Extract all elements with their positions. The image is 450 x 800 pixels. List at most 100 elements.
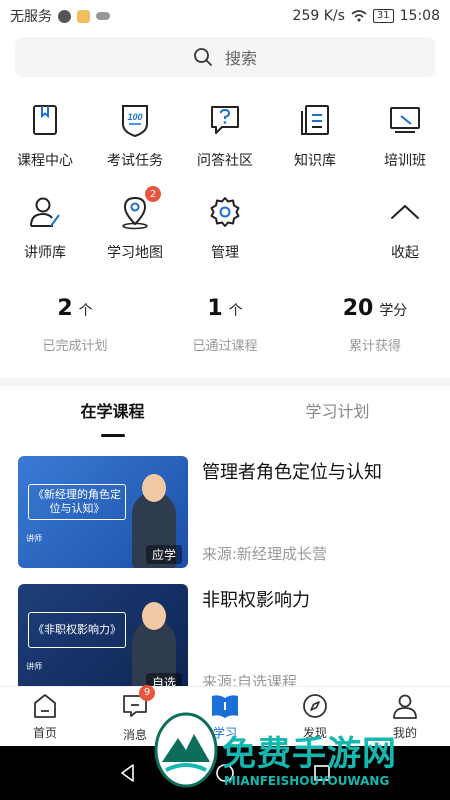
stat-completed-plans[interactable]: 2个 已完成计划 bbox=[0, 296, 150, 354]
course-thumbnail: 《新经理的角色定位与认知》 讲师 应学 bbox=[18, 456, 188, 568]
teacher-icon bbox=[25, 192, 65, 232]
grid-label: 讲师库 bbox=[24, 245, 66, 261]
lecturer-face bbox=[142, 602, 166, 630]
user-icon bbox=[393, 694, 417, 719]
study-book-icon bbox=[212, 695, 238, 718]
gear-icon bbox=[205, 192, 245, 232]
book-icon bbox=[25, 100, 65, 140]
system-nav-bar bbox=[0, 746, 450, 800]
nav-label: 发现 bbox=[302, 726, 327, 740]
course-info: 非职权影响力 来源:自选课程 bbox=[202, 584, 432, 696]
nav-label: 首页 bbox=[32, 726, 57, 740]
stat-label: 累计获得 bbox=[348, 339, 401, 354]
svg-text:100: 100 bbox=[127, 112, 142, 122]
grid-item-course-center[interactable]: 课程中心 bbox=[0, 100, 90, 192]
search-label: 搜索 bbox=[224, 49, 257, 68]
stat-number: 2 bbox=[57, 296, 73, 321]
stat-number: 20 bbox=[342, 296, 374, 321]
search-icon bbox=[194, 48, 212, 66]
clock: 15:08 bbox=[399, 8, 440, 24]
back-icon[interactable] bbox=[117, 762, 139, 784]
course-item[interactable]: 《非职权影响力》 讲师 自选 非职权影响力 来源:自选课程 bbox=[18, 584, 432, 696]
network-speed: 259 K/s bbox=[292, 8, 345, 24]
stats-panel: 2个 已完成计划 1个 已通过课程 20 学分 累计获得 bbox=[0, 296, 450, 354]
grid-item-exam-tasks[interactable]: 100 考试任务 bbox=[90, 100, 180, 192]
grid-item-qa-community[interactable]: 问答社区 bbox=[180, 100, 270, 192]
thumbnail-lecturer: 讲师 bbox=[26, 534, 42, 543]
stat-passed-courses[interactable]: 1个 已通过课程 bbox=[150, 296, 300, 354]
section-divider bbox=[0, 378, 450, 386]
stat-number: 1 bbox=[207, 296, 223, 321]
grid-item-lecturer-library[interactable]: 讲师库 bbox=[0, 192, 90, 284]
grid-label: 收起 bbox=[391, 245, 419, 261]
map-badge: 2 bbox=[145, 186, 161, 202]
course-source: 来源:新经理成长营 bbox=[202, 545, 328, 563]
wifi-icon bbox=[351, 10, 367, 22]
course-title: 非职权影响力 bbox=[202, 590, 310, 611]
lecturer-face bbox=[142, 474, 166, 502]
training-icon bbox=[385, 100, 425, 140]
tab-label: 学习计划 bbox=[305, 402, 370, 421]
tab-label: 在学课程 bbox=[80, 402, 145, 421]
nav-discover[interactable]: 发现 bbox=[270, 687, 360, 746]
vpn-icon bbox=[58, 9, 71, 23]
course-tabs: 在学课程 学习计划 bbox=[0, 398, 450, 437]
stat-label: 已完成计划 bbox=[42, 339, 108, 354]
course-info: 管理者角色定位与认知 来源:新经理成长营 bbox=[202, 456, 432, 568]
grid-label: 考试任务 bbox=[107, 153, 163, 169]
recents-icon[interactable] bbox=[311, 762, 333, 784]
stat-credits[interactable]: 20 学分 累计获得 bbox=[300, 296, 450, 354]
grid-item-collapse[interactable]: 收起 bbox=[360, 192, 450, 284]
exam-100-icon: 100 bbox=[115, 100, 155, 140]
nav-messages[interactable]: 9 消息 bbox=[90, 684, 180, 746]
carrier-text: 无服务 bbox=[10, 9, 52, 25]
tab-in-progress-courses[interactable]: 在学课程 bbox=[0, 398, 225, 437]
knowledge-icon bbox=[295, 100, 335, 140]
feature-grid: 课程中心 100 考试任务 问答社区 知识库 培训班 讲师库 2 学习地图 管理… bbox=[0, 100, 450, 284]
chevron-up-icon bbox=[385, 192, 425, 232]
search-bar[interactable]: 搜索 bbox=[15, 37, 435, 77]
grid-item-training-class[interactable]: 培训班 bbox=[360, 100, 450, 192]
nav-study[interactable]: 学习 bbox=[180, 687, 270, 746]
stat-unit: 个 bbox=[228, 303, 243, 319]
nav-label: 学习 bbox=[212, 726, 237, 740]
tab-learning-plan[interactable]: 学习计划 bbox=[225, 398, 450, 437]
grid-item-management[interactable]: 管理 bbox=[180, 192, 270, 284]
home-button-icon[interactable] bbox=[214, 762, 236, 784]
nav-label: 我的 bbox=[392, 726, 417, 740]
grid-label: 学习地图 bbox=[107, 245, 163, 261]
thumbnail-title: 《非职权影响力》 bbox=[28, 612, 126, 648]
nav-label: 消息 bbox=[122, 727, 147, 742]
status-bar: 无服务 259 K/s 31 15:08 bbox=[0, 0, 450, 32]
grid-label: 管理 bbox=[211, 245, 239, 261]
course-thumbnail: 《非职权影响力》 讲师 自选 bbox=[18, 584, 188, 696]
stat-unit: 学分 bbox=[379, 303, 408, 319]
home-icon bbox=[34, 694, 56, 718]
cloud-icon bbox=[96, 12, 110, 20]
qa-icon bbox=[205, 100, 245, 140]
feature-row: 讲师库 2 学习地图 管理 收起 bbox=[0, 186, 450, 284]
grid-label: 知识库 bbox=[294, 153, 336, 169]
battery-indicator: 31 bbox=[372, 9, 394, 23]
nav-profile[interactable]: 我的 bbox=[360, 687, 450, 746]
message-badge: 9 bbox=[139, 684, 155, 701]
grid-item-knowledge-base[interactable]: 知识库 bbox=[270, 100, 360, 192]
tab-indicator bbox=[100, 434, 125, 437]
thumbnail-lecturer: 讲师 bbox=[26, 662, 42, 671]
nav-home[interactable]: 首页 bbox=[0, 687, 90, 746]
grid-item-empty bbox=[270, 192, 360, 284]
grid-label: 课程中心 bbox=[17, 153, 73, 169]
grid-label: 问答社区 bbox=[197, 153, 253, 169]
thumbnail-title: 《新经理的角色定位与认知》 bbox=[28, 484, 126, 520]
course-item[interactable]: 《新经理的角色定位与认知》 讲师 应学 管理者角色定位与认知 来源:新经理成长营 bbox=[18, 456, 432, 568]
grid-item-learning-map[interactable]: 2 学习地图 bbox=[90, 186, 180, 284]
stat-unit: 个 bbox=[78, 303, 93, 319]
compass-icon bbox=[303, 694, 327, 718]
course-title: 管理者角色定位与认知 bbox=[202, 462, 382, 483]
course-tag: 应学 bbox=[145, 545, 182, 564]
bottom-nav: 首页 9 消息 学习 发现 我的 bbox=[0, 684, 450, 746]
feature-row: 课程中心 100 考试任务 问答社区 知识库 培训班 bbox=[0, 100, 450, 192]
app-notification-icon bbox=[77, 9, 90, 23]
stat-label: 已通过课程 bbox=[192, 339, 258, 354]
map-icon: 2 bbox=[115, 186, 161, 232]
